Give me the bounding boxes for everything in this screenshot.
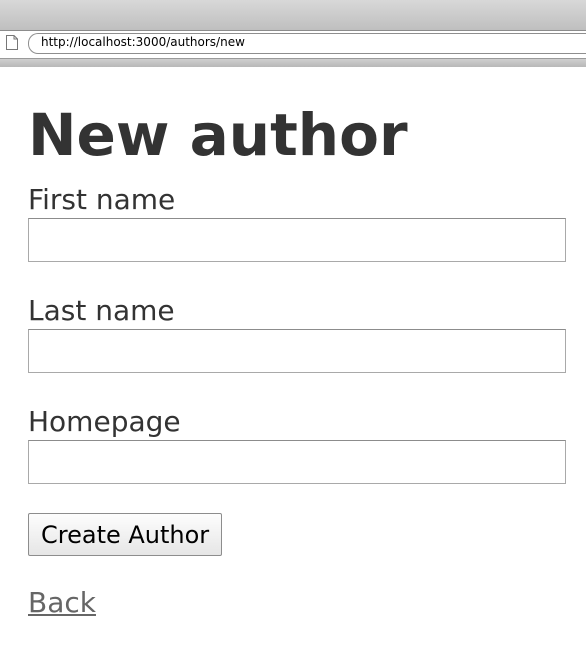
homepage-label: Homepage (28, 405, 181, 438)
first-name-group: First name (28, 182, 568, 262)
first-name-label: First name (28, 183, 176, 216)
create-author-button[interactable]: Create Author (28, 513, 223, 556)
last-name-label: Last name (28, 294, 175, 327)
address-bar: http://localhost:3000/authors/new (0, 30, 586, 61)
first-name-input[interactable] (28, 218, 566, 262)
homepage-group: Homepage (28, 404, 568, 484)
page-icon (6, 35, 18, 50)
back-link[interactable]: Back (28, 586, 96, 619)
page-title: New author (28, 101, 408, 169)
last-name-input[interactable] (28, 329, 566, 373)
homepage-input[interactable] (28, 440, 566, 484)
url-text: http://localhost:3000/authors/new (41, 35, 245, 49)
last-name-group: Last name (28, 293, 568, 373)
page-content: New author First name Last name Homepage… (28, 66, 568, 619)
url-field[interactable]: http://localhost:3000/authors/new (28, 33, 586, 54)
browser-toolbar (0, 0, 586, 31)
